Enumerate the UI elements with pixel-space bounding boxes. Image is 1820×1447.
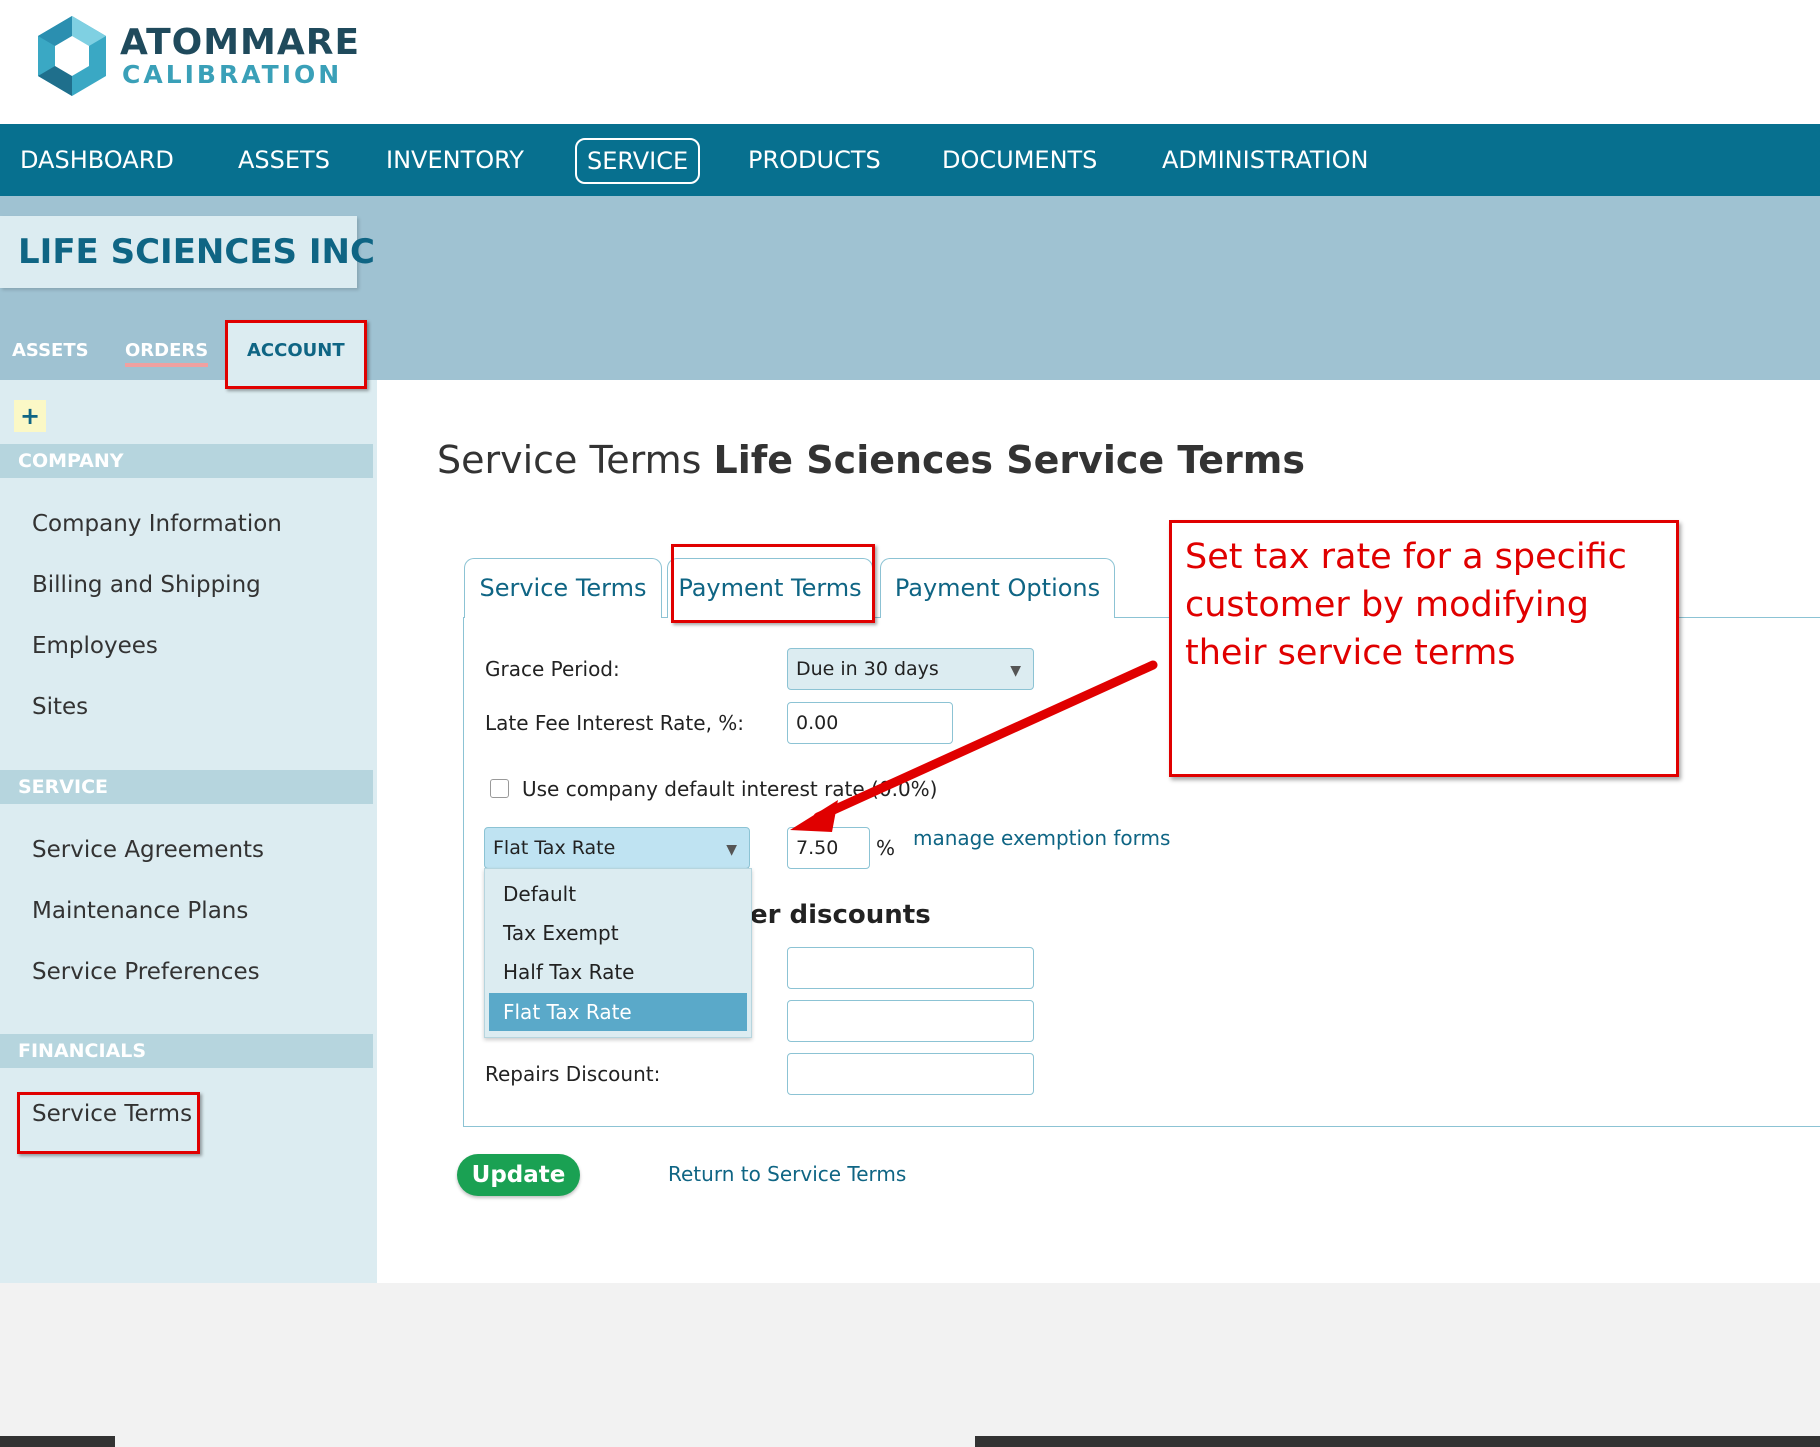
page-title-prefix: Service Terms: [437, 438, 702, 482]
annotation-callout-text: Set tax rate for a specific customer by …: [1185, 537, 1627, 673]
company-title: LIFE SCIENCES INC: [18, 232, 375, 272]
sidebar-item-employees[interactable]: Employees: [32, 633, 158, 659]
return-to-service-terms-link[interactable]: Return to Service Terms: [668, 1162, 906, 1186]
highlight-payment-terms-tab: [671, 544, 875, 623]
add-button[interactable]: +: [14, 400, 46, 432]
discount-input-2[interactable]: [787, 1000, 1034, 1042]
tax-rate-input[interactable]: [787, 827, 870, 869]
percent-sign: %: [876, 836, 896, 860]
use-default-rate-label: Use company default interest rate (0.0%): [522, 777, 938, 801]
nav-inventory[interactable]: INVENTORY: [386, 124, 524, 196]
sidebar-item-service-preferences[interactable]: Service Preferences: [32, 959, 260, 985]
late-fee-input[interactable]: [787, 702, 953, 744]
subtab-assets[interactable]: ASSETS: [12, 340, 89, 361]
tax-type-value: Flat Tax Rate: [493, 837, 616, 859]
grace-period-value: Due in 30 days: [796, 658, 939, 680]
late-fee-label: Late Fee Interest Rate, %:: [485, 711, 745, 735]
nav-documents[interactable]: DOCUMENTS: [942, 124, 1097, 196]
nav-service[interactable]: SERVICE: [575, 138, 701, 184]
option-tax-exempt[interactable]: Tax Exempt: [489, 914, 747, 952]
scrollbar-track[interactable]: [115, 1436, 975, 1447]
section-company: COMPANY: [0, 444, 373, 478]
nav-products[interactable]: PRODUCTS: [748, 124, 881, 196]
nav-assets[interactable]: ASSETS: [238, 124, 330, 196]
chevron-down-icon: ▼: [726, 842, 737, 858]
brand-name: ATOMMARE: [120, 22, 361, 63]
option-flat-tax-rate[interactable]: Flat Tax Rate: [489, 993, 747, 1031]
section-financials: FINANCIALS: [0, 1034, 373, 1068]
option-default[interactable]: Default: [489, 875, 747, 913]
main-nav: DASHBOARD ASSETS INVENTORY SERVICE PRODU…: [0, 124, 1820, 196]
subtab-orders[interactable]: ORDERS: [125, 340, 209, 367]
sidebar-item-service-agreements[interactable]: Service Agreements: [32, 837, 264, 863]
page-title-name: Life Sciences Service Terms: [713, 438, 1305, 482]
tab-service-terms[interactable]: Service Terms: [464, 558, 662, 618]
grace-period-label: Grace Period:: [485, 657, 620, 681]
sidebar-item-billing-shipping[interactable]: Billing and Shipping: [32, 572, 261, 598]
nav-administration[interactable]: ADMINISTRATION: [1162, 124, 1368, 196]
brand-tagline: CALIBRATION: [122, 60, 343, 89]
sidebar-item-maintenance-plans[interactable]: Maintenance Plans: [32, 898, 248, 924]
highlight-account-tab: [225, 320, 367, 389]
update-button[interactable]: Update: [457, 1154, 580, 1196]
highlight-service-terms-link: [17, 1092, 200, 1154]
use-default-rate-checkbox[interactable]: [490, 779, 509, 798]
tax-type-select[interactable]: Flat Tax Rate ▼: [484, 827, 750, 869]
discounts-heading: er discounts: [750, 900, 931, 930]
sidebar-item-sites[interactable]: Sites: [32, 694, 88, 720]
option-half-tax-rate[interactable]: Half Tax Rate: [489, 953, 747, 991]
grace-period-select[interactable]: Due in 30 days ▼: [787, 648, 1034, 690]
tax-type-dropdown: Default Tax Exempt Half Tax Rate Flat Ta…: [484, 868, 752, 1038]
section-service: SERVICE: [0, 770, 373, 804]
atommare-logo-icon: [38, 16, 106, 96]
tab-payment-options[interactable]: Payment Options: [880, 558, 1115, 618]
page-title: Service Terms Life Sciences Service Term…: [437, 438, 1305, 482]
discount-input-1[interactable]: [787, 947, 1034, 989]
manage-exemption-forms-link[interactable]: manage exemption forms: [913, 826, 1170, 850]
chevron-down-icon: ▼: [1010, 663, 1021, 679]
nav-dashboard[interactable]: DASHBOARD: [20, 124, 174, 196]
repairs-discount-label: Repairs Discount:: [485, 1062, 661, 1086]
sidebar-item-company-information[interactable]: Company Information: [32, 511, 282, 537]
repairs-discount-input[interactable]: [787, 1053, 1034, 1095]
